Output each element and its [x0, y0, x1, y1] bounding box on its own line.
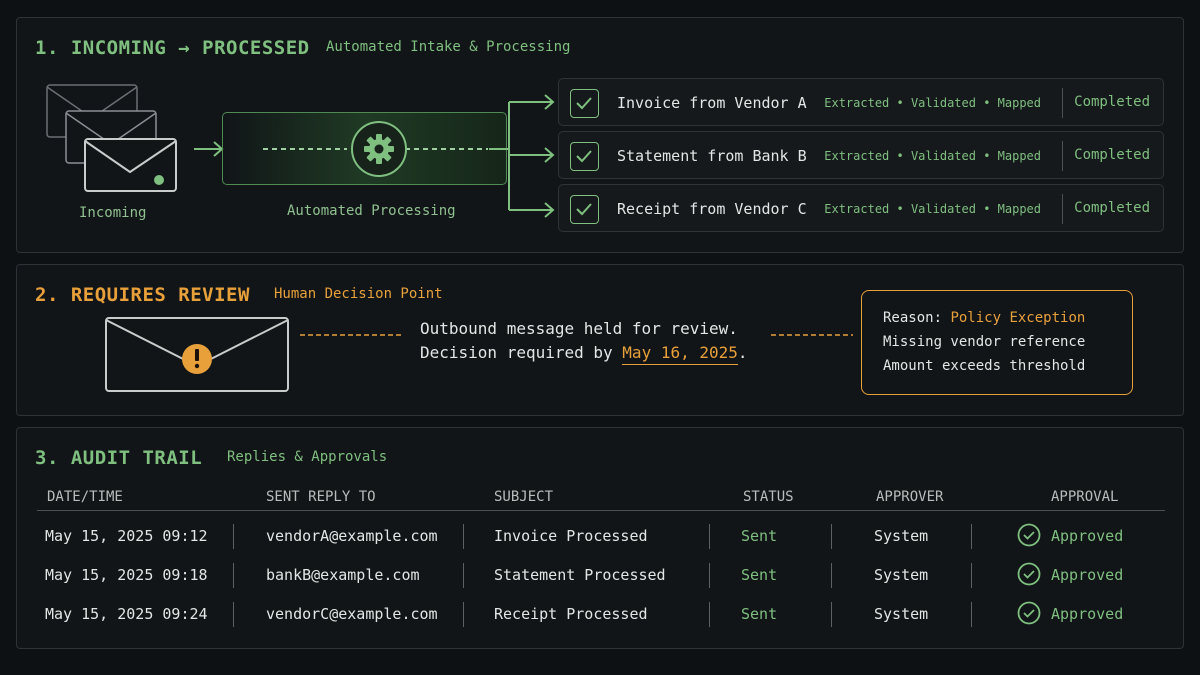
section1-subtitle: Automated Intake & Processing: [326, 39, 571, 55]
row-datetime: May 15, 2025 09:12: [45, 527, 208, 545]
row-datetime: May 15, 2025 09:24: [45, 605, 208, 623]
column-header: STATUS: [743, 489, 794, 505]
row-subject: Invoice Processed: [494, 527, 648, 545]
held-envelope-icon: [105, 317, 289, 392]
document-status: Completed: [1074, 147, 1150, 163]
row-status: Sent: [741, 605, 778, 623]
reason-detail: Missing vendor reference: [883, 334, 1086, 350]
reason-detail: Amount exceeds threshold: [883, 358, 1086, 374]
gear-icon: [351, 121, 407, 177]
document-steps: Extracted • Validated • Mapped: [824, 96, 1041, 110]
approved-check-icon: [1017, 562, 1041, 586]
incoming-envelopes-icon: [46, 84, 177, 192]
document-row[interactable]: Receipt from Vendor C Extracted • Valida…: [558, 184, 1164, 232]
document-name: Receipt from Vendor C: [617, 200, 807, 218]
document-status: Completed: [1074, 200, 1150, 216]
column-header: SUBJECT: [494, 489, 554, 505]
document-row[interactable]: Statement from Bank B Extracted • Valida…: [558, 131, 1164, 179]
row-reply-to[interactable]: bankB@example.com: [266, 566, 420, 584]
requires-review-panel: 2. REQUIRES REVIEW Human Decision Point …: [16, 264, 1184, 416]
reason-value: Policy Exception: [950, 310, 1086, 326]
row-approval: Approved: [1051, 605, 1124, 623]
column-header: APPROVAL: [1051, 489, 1119, 505]
row-approver: System: [874, 527, 929, 545]
document-steps: Extracted • Validated • Mapped: [824, 202, 1041, 216]
incoming-processed-panel: 1. INCOMING → PROCESSED Automated Intake…: [16, 17, 1184, 253]
divider: [37, 510, 1165, 511]
reason-line: Reason: Policy Exception: [883, 310, 1086, 326]
divider: [1062, 88, 1063, 118]
section1-title: 1. INCOMING → PROCESSED: [35, 37, 310, 59]
row-approver: System: [874, 605, 929, 623]
column-header: APPROVER: [876, 489, 944, 505]
automated-processing-box: [222, 112, 507, 185]
dashed-connector: [771, 334, 853, 336]
check-icon: [570, 195, 599, 224]
branch-arrows: [489, 94, 555, 218]
approved-check-icon: [1017, 523, 1041, 547]
check-icon: [570, 142, 599, 171]
section3-subtitle: Replies & Approvals: [227, 449, 388, 465]
document-name: Statement from Bank B: [617, 147, 807, 165]
row-subject: Statement Processed: [494, 566, 666, 584]
row-datetime: May 15, 2025 09:18: [45, 566, 208, 584]
column-header: SENT REPLY TO: [266, 489, 376, 505]
row-status: Sent: [741, 566, 778, 584]
document-row[interactable]: Invoice from Vendor A Extracted • Valida…: [558, 78, 1164, 126]
row-approval: Approved: [1051, 566, 1124, 584]
row-subject: Receipt Processed: [494, 605, 648, 623]
review-message-line2: Decision required by May 16, 2025.: [420, 343, 748, 365]
row-approver: System: [874, 566, 929, 584]
incoming-label: Incoming: [79, 205, 147, 221]
check-icon: [570, 89, 599, 118]
decision-date: May 16, 2025: [622, 343, 738, 365]
row-status: Sent: [741, 527, 778, 545]
row-reply-to[interactable]: vendorA@example.com: [266, 527, 438, 545]
arrow-right-icon: [194, 141, 224, 157]
automated-processing-label: Automated Processing: [287, 203, 456, 219]
document-steps: Extracted • Validated • Mapped: [824, 149, 1041, 163]
row-reply-to[interactable]: vendorC@example.com: [266, 605, 438, 623]
section2-title: 2. REQUIRES REVIEW: [35, 284, 250, 306]
section3-title: 3. AUDIT TRAIL: [35, 447, 203, 469]
audit-trail-panel: 3. AUDIT TRAIL Replies & Approvals DATE/…: [16, 427, 1184, 649]
approved-check-icon: [1017, 601, 1041, 625]
divider: [1062, 141, 1063, 171]
column-header: DATE/TIME: [47, 489, 123, 505]
row-approval: Approved: [1051, 527, 1124, 545]
section2-subtitle: Human Decision Point: [274, 286, 443, 302]
document-name: Invoice from Vendor A: [617, 94, 807, 112]
review-message-line1: Outbound message held for review.: [420, 319, 738, 338]
dashed-connector: [300, 334, 402, 336]
reason-box: Reason: Policy Exception Missing vendor …: [861, 290, 1133, 395]
document-status: Completed: [1074, 94, 1150, 110]
divider: [1062, 194, 1063, 224]
